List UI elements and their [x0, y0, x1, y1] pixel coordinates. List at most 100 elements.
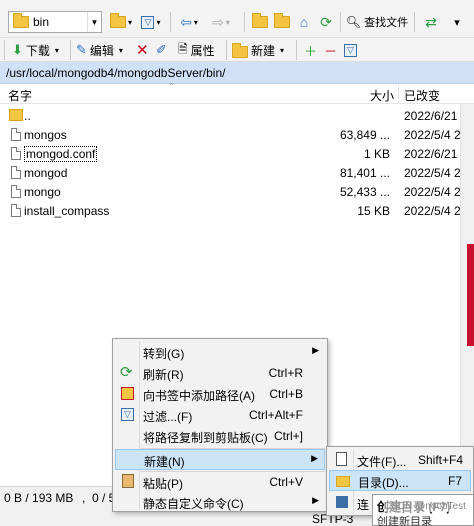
file-row-parent[interactable]: .. 2022/6/21: [0, 107, 474, 126]
edit-icon: ✎: [76, 42, 87, 57]
submenu-item-shortcut: F7: [447, 474, 462, 488]
download-icon: ⬇: [12, 42, 23, 57]
add-button[interactable]: ＋: [304, 40, 317, 60]
sort-indicator-icon: ⌃: [168, 82, 175, 91]
new-button[interactable]: 新建 ▾: [232, 40, 284, 60]
root-dir-button[interactable]: [272, 11, 292, 33]
properties-label: 属性: [190, 43, 215, 58]
chevron-down-icon: ▾: [127, 17, 132, 27]
watermark-text: CSDN @noobTest: [384, 501, 466, 512]
forward-arrow-icon: ⇨: [212, 13, 224, 30]
rename-icon: ✐: [156, 42, 167, 57]
rename-button[interactable]: ✐: [156, 40, 167, 60]
file-icon: [11, 147, 21, 160]
forward-button[interactable]: ⇨ ▾: [208, 11, 234, 33]
menu-item-goto[interactable]: 转到(G) ▶: [115, 341, 325, 362]
chevron-right-icon: ▶: [311, 453, 318, 463]
menu-item-copy-path[interactable]: 将路径复制到剪贴板(C) Ctrl+]: [115, 425, 325, 446]
chevron-down-icon: ▾: [54, 45, 59, 55]
status-size: 0 B / 193 MB: [4, 491, 74, 505]
column-modified-header[interactable]: 已改变: [404, 87, 440, 104]
filter-button-2[interactable]: ▽: [344, 40, 357, 60]
file-row[interactable]: install_compass 15 KB 2022/5/4 2: [0, 202, 474, 221]
file-row[interactable]: mongod.conf 1 KB 2022/6/21 1: [0, 145, 474, 164]
more-button[interactable]: ▾: [446, 11, 468, 33]
menu-item-filter[interactable]: ▽ 过滤...(F) Ctrl+Alt+F: [115, 404, 325, 425]
new-folder-icon: [336, 476, 350, 487]
download-button[interactable]: ⬇ 下载 ▾: [12, 40, 59, 60]
file-row[interactable]: mongos 63,849 ... 2022/5/4 2: [0, 126, 474, 145]
properties-button[interactable]: 🗎︎ 属性: [178, 40, 215, 60]
menu-item-label: 向书签中添加路径(A): [143, 389, 255, 403]
chevron-down-icon: ▾: [193, 17, 198, 27]
menu-item-paste[interactable]: 粘贴(P) Ctrl+V: [115, 471, 325, 492]
menu-item-new[interactable]: 新建(N) ▶: [115, 449, 325, 470]
remove-button[interactable]: －: [324, 40, 337, 60]
find-files-button[interactable]: 🔍︎ 查找文件: [344, 11, 410, 33]
filter-icon: ▽: [344, 43, 357, 57]
file-row[interactable]: mongod 81,401 ... 2022/5/4 2: [0, 164, 474, 183]
submenu-item-shortcut: Shift+F4: [417, 453, 463, 467]
menu-item-refresh[interactable]: ⟳ 刷新(R) Ctrl+R: [115, 362, 325, 383]
menu-item-shortcut: Ctrl+Alt+F: [248, 408, 303, 422]
location-combo[interactable]: bin ▼: [8, 11, 102, 33]
file-date: 2022/5/4 2: [404, 128, 461, 142]
status-separator: ,: [82, 491, 86, 505]
column-size-header[interactable]: 大小: [370, 87, 394, 104]
back-button[interactable]: ⇦ ▾: [176, 11, 202, 33]
file-toolbar: ⬇ 下载 ▾ ✎ 编辑 ▾ ✕ ✐ 🗎︎ 属性 新建 ▾ ＋ － ▽: [0, 38, 474, 62]
context-menu: 转到(G) ▶ ⟳ 刷新(R) Ctrl+R 向书签中添加路径(A) Ctrl+…: [112, 338, 328, 512]
toolbar-divider: [226, 40, 227, 60]
chevron-down-icon[interactable]: ▼: [87, 12, 101, 32]
filter-button[interactable]: ▽ ▾: [138, 11, 164, 33]
chevron-down-icon: ▾: [118, 45, 123, 55]
toolbar-divider: [414, 12, 415, 32]
chevron-down-icon: ▾: [454, 16, 460, 29]
minus-icon: －: [324, 43, 338, 59]
parent-folder-icon: [9, 109, 23, 121]
file-icon: [11, 185, 21, 198]
sync-button[interactable]: ⇄: [420, 11, 442, 33]
toolbar-divider: [296, 40, 297, 60]
column-name-header[interactable]: 名字: [8, 87, 32, 104]
menu-item-label: 刷新(R): [143, 368, 184, 382]
delete-button[interactable]: ✕: [136, 40, 149, 60]
menu-item-add-bookmark[interactable]: 向书签中添加路径(A) Ctrl+B: [115, 383, 325, 404]
parent-dir-button[interactable]: [250, 11, 270, 33]
chevron-down-icon: ▾: [280, 45, 285, 55]
filter-icon: ▽: [121, 408, 134, 421]
paste-icon: [122, 474, 134, 488]
file-size: 15 KB: [357, 204, 390, 218]
delete-icon: ✕: [136, 42, 149, 59]
chevron-right-icon: ▶: [312, 345, 319, 355]
menu-item-custom-commands[interactable]: 静态自定义命令(C) ▶: [115, 491, 325, 512]
column-divider: [398, 84, 399, 104]
file-icon: [11, 128, 21, 141]
file-name: mongod.conf: [24, 146, 98, 162]
submenu-item-directory[interactable]: 目录(D)... F7: [329, 470, 471, 491]
menu-item-label: 新建(N): [144, 455, 185, 469]
menu-item-shortcut: Ctrl+V: [269, 475, 303, 489]
menu-item-shortcut: Ctrl+]: [273, 429, 303, 443]
file-name: install_compass: [24, 204, 110, 218]
refresh-button[interactable]: ⟳: [316, 11, 336, 33]
side-accent-strip: [467, 244, 474, 346]
menu-item-label: 转到(G): [143, 347, 185, 361]
home-button[interactable]: ⌂: [294, 11, 314, 33]
main-toolbar: bin ▼ ▾ ▽ ▾ ⇦ ▾ ⇨ ▾ ⌂ ⟳ 🔍︎ 查找文件 ⇄ ▾: [0, 0, 474, 38]
submenu-item-file[interactable]: 文件(F)... Shift+F4: [329, 449, 471, 470]
parent-folder-icon: [252, 13, 268, 28]
bookmark-icon: [121, 387, 134, 400]
chevron-down-icon: ▾: [225, 17, 230, 27]
file-row[interactable]: mongo 52,433 ... 2022/5/4 2: [0, 183, 474, 202]
refresh-icon: ⟳: [120, 364, 133, 381]
open-folder-icon: [109, 13, 126, 28]
file-size: 63,849 ...: [339, 128, 390, 142]
search-icon: 🔍︎: [345, 15, 362, 29]
file-name: mongos: [24, 128, 67, 142]
toolbar-divider: [244, 12, 245, 32]
open-folder-button[interactable]: ▾: [108, 11, 134, 33]
menu-item-shortcut: Ctrl+B: [269, 387, 303, 401]
edit-button[interactable]: ✎ 编辑 ▾: [76, 40, 123, 60]
path-bar[interactable]: /usr/local/mongodb4/mongodbServer/bin/: [0, 62, 474, 84]
